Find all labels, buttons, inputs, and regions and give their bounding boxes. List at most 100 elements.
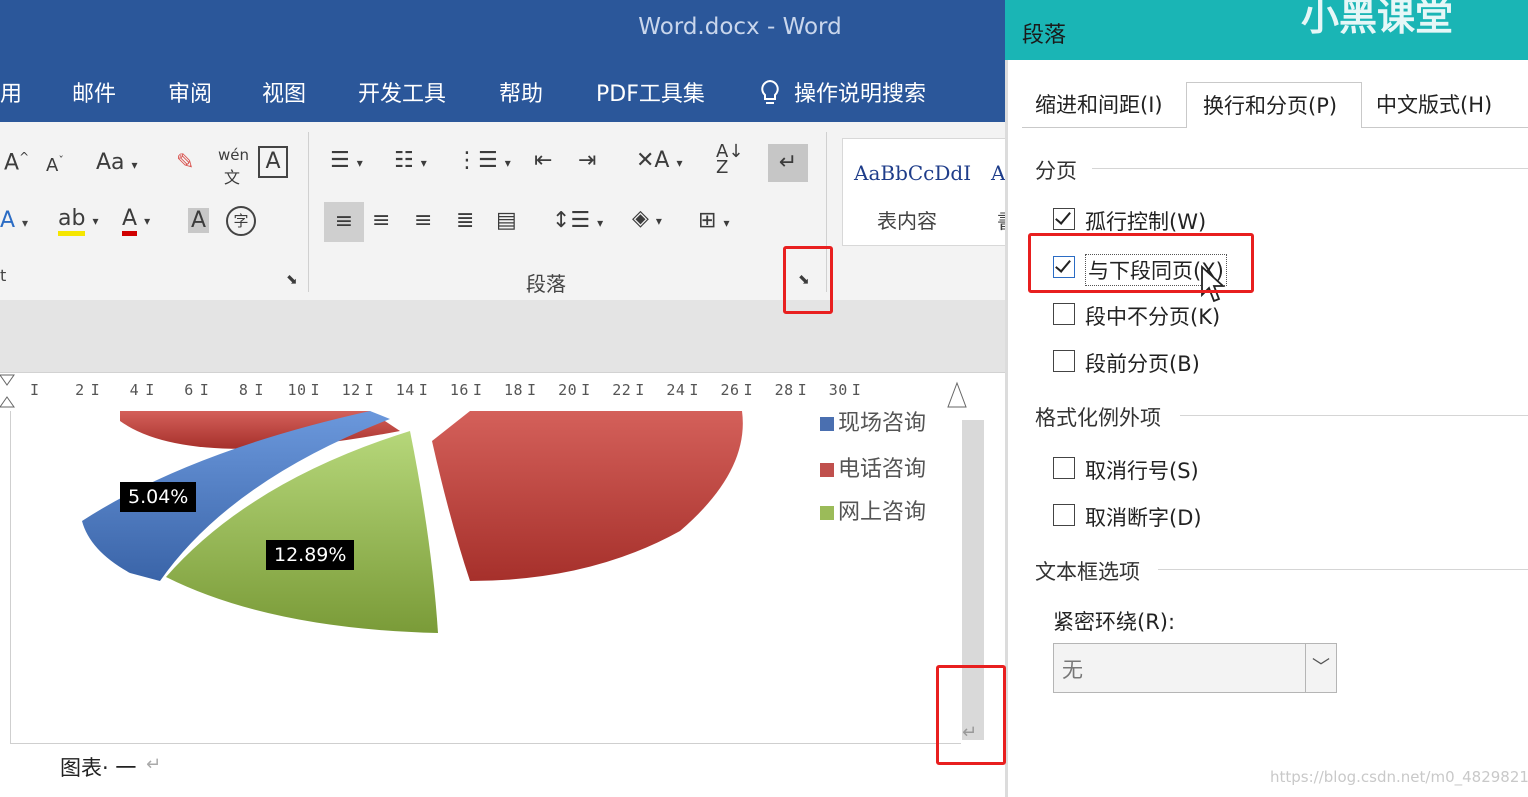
section-divider bbox=[1158, 569, 1528, 570]
line-spacing-icon[interactable]: ↕☰ ▾ bbox=[552, 208, 603, 233]
ruler-ticks: I 2I 4I 6I 8I 10 I 12 I 14 I 16 I 18 I 20 I 22… bbox=[30, 381, 862, 399]
align-left-icon[interactable]: ≡ bbox=[324, 202, 364, 242]
char-shading-icon[interactable]: A bbox=[188, 208, 210, 233]
dialog-title: 段落 bbox=[1022, 23, 1067, 48]
numbering-icon[interactable]: ☷ ▾ bbox=[394, 148, 427, 173]
ribbon-collapsed-area bbox=[0, 300, 1005, 372]
ribbon: A^ Aˇ Aa ▾ ✎ wén 文 A A ▾ ab ▾ A ▾ A 字 t ⬊… bbox=[0, 122, 1017, 301]
ruler-tick: 26 bbox=[720, 381, 740, 399]
section-divider bbox=[1092, 168, 1528, 169]
shading-icon[interactable]: ◈ ▾ bbox=[632, 206, 662, 231]
dont-hyphenate-label[interactable]: 取消断字(D) bbox=[1085, 502, 1202, 532]
tab-pdf-tools[interactable]: PDF工具集 bbox=[596, 76, 705, 108]
indent-marker-left[interactable] bbox=[0, 373, 15, 409]
ruler-tick: 2 bbox=[75, 381, 85, 399]
ruler-tick: 18 bbox=[503, 381, 523, 399]
tab-developer[interactable]: 开发工具 bbox=[358, 76, 446, 108]
ruler-tick: 12 bbox=[341, 381, 361, 399]
keep-lines-together-label[interactable]: 段中不分页(K) bbox=[1085, 301, 1220, 331]
tight-wrap-value: 无 bbox=[1062, 658, 1083, 682]
dont-hyphenate-checkbox[interactable] bbox=[1053, 504, 1075, 526]
style-name: 表内容 bbox=[877, 209, 937, 233]
widow-control-label[interactable]: 孤行控制(W) bbox=[1085, 206, 1206, 236]
tell-me-search[interactable]: 操作说明搜索 bbox=[758, 76, 926, 108]
ruler-tick: 16 bbox=[449, 381, 469, 399]
paragraph-group-label: 段落 bbox=[526, 272, 566, 296]
ruler-tick: 10 bbox=[287, 381, 307, 399]
highlight-icon[interactable]: ab ▾ bbox=[58, 206, 98, 236]
legend-swatch bbox=[820, 463, 834, 477]
align-right-icon[interactable]: ≡ bbox=[414, 208, 432, 233]
indent-marker-right[interactable] bbox=[946, 379, 968, 413]
tab-mailings[interactable]: 邮件 bbox=[72, 76, 116, 108]
dialog-title-bar[interactable]: 段落 小黑课堂 bbox=[1005, 0, 1528, 60]
data-label-green: 12.89% bbox=[266, 540, 355, 570]
ruler-tick: 28 bbox=[774, 381, 794, 399]
increase-indent-icon[interactable]: ⇥ bbox=[578, 148, 596, 173]
page-break-before-label[interactable]: 段前分页(B) bbox=[1085, 348, 1200, 378]
text-effects-icon[interactable]: A ▾ bbox=[0, 208, 28, 233]
tab-use[interactable]: 用 bbox=[0, 76, 22, 108]
ruler-tick: 14 bbox=[395, 381, 415, 399]
style-sample: AaBbCcDdI bbox=[854, 161, 972, 185]
ruler-tick: 24 bbox=[666, 381, 686, 399]
clear-format-icon[interactable]: ✎ bbox=[176, 150, 194, 175]
ribbon-tabs-bar: 用 邮件 审阅 视图 开发工具 帮助 PDF工具集 操作说明搜索 bbox=[0, 60, 1005, 122]
tab-review[interactable]: 审阅 bbox=[168, 76, 212, 108]
active-tab-gap bbox=[1187, 126, 1361, 129]
font-group-label: t bbox=[0, 266, 7, 285]
watermark-text: https://blog.csdn.net/m0_48298217 bbox=[1270, 768, 1528, 786]
chinese-layout-icon[interactable]: ✕A ▾ bbox=[636, 148, 683, 173]
distributed-icon[interactable]: ▤ bbox=[496, 208, 517, 233]
data-label-blue: 5.04% bbox=[120, 482, 197, 512]
caption-paragraph-mark: ↵ bbox=[146, 754, 162, 775]
multilevel-list-icon[interactable]: ⋮☰ ▾ bbox=[456, 148, 511, 173]
legend-swatch bbox=[820, 506, 834, 520]
horizontal-ruler[interactable]: I 2I 4I 6I 8I 10 I 12 I 14 I 16 I 18 I 20 I 22… bbox=[0, 372, 1005, 412]
ruler-tick: 20 bbox=[558, 381, 578, 399]
pie-slice-red-large[interactable] bbox=[432, 411, 743, 581]
char-border-icon[interactable]: A bbox=[258, 146, 288, 178]
change-case-icon[interactable]: Aa ▾ bbox=[96, 150, 138, 175]
pagination-heading: 分页 bbox=[1035, 159, 1077, 183]
shrink-font-icon[interactable]: Aˇ bbox=[46, 154, 64, 176]
window-title: Word.docx - Word bbox=[638, 14, 842, 40]
legend-item-2: 电话咨询 bbox=[820, 451, 926, 483]
suppress-line-numbers-label[interactable]: 取消行号(S) bbox=[1085, 455, 1199, 485]
pie-chart[interactable] bbox=[70, 411, 770, 651]
tab-line-page-breaks[interactable]: 换行和分页(P) bbox=[1186, 82, 1362, 128]
font-dialog-launcher-icon[interactable]: ⬊ bbox=[286, 272, 298, 288]
tab-help[interactable]: 帮助 bbox=[499, 76, 543, 108]
keep-lines-together-checkbox[interactable] bbox=[1053, 303, 1075, 325]
legend-swatch bbox=[820, 417, 834, 431]
suppress-line-numbers-checkbox[interactable] bbox=[1053, 457, 1075, 479]
borders-icon[interactable]: ⊞ ▾ bbox=[698, 208, 729, 233]
ruler-tick: 22 bbox=[612, 381, 632, 399]
enclose-char-icon[interactable]: 字 bbox=[226, 206, 256, 236]
widow-control-checkbox[interactable] bbox=[1053, 208, 1075, 230]
highlight-paragraph-mark bbox=[936, 665, 1006, 765]
group-separator bbox=[308, 132, 309, 292]
tab-asian-typography[interactable]: 中文版式(H) bbox=[1376, 82, 1516, 128]
chevron-down-icon[interactable]: ﹀ bbox=[1305, 644, 1336, 692]
highlight-paragraph-launcher bbox=[783, 246, 833, 314]
tab-indents-spacing[interactable]: 缩进和间距(I) bbox=[1035, 82, 1181, 128]
tight-wrap-select[interactable]: 无 ﹀ bbox=[1053, 643, 1337, 693]
format-exceptions-heading: 格式化例外项 bbox=[1035, 406, 1161, 430]
chart-caption[interactable]: 图表· 一 bbox=[60, 752, 136, 782]
highlight-keep-with-next bbox=[1028, 233, 1254, 293]
show-marks-icon[interactable]: ↵ bbox=[768, 144, 808, 182]
bullets-icon[interactable]: ☰ ▾ bbox=[330, 148, 363, 173]
lightbulb-icon bbox=[761, 79, 779, 104]
font-color-icon[interactable]: A ▾ bbox=[122, 206, 150, 236]
sort-icon[interactable]: A↓ Z bbox=[716, 143, 743, 177]
styles-gallery[interactable]: AaBbCcDdI A 表内容 書 bbox=[842, 138, 1017, 246]
tab-view[interactable]: 视图 bbox=[262, 76, 306, 108]
page-break-before-checkbox[interactable] bbox=[1053, 350, 1075, 372]
title-bar: Word.docx - Word bbox=[0, 0, 1005, 60]
grow-font-icon[interactable]: A^ bbox=[4, 150, 29, 175]
decrease-indent-icon[interactable]: ⇤ bbox=[534, 148, 552, 173]
phonetic-guide-icon[interactable]: wén 文 bbox=[218, 146, 249, 188]
align-center-icon[interactable]: ≡ bbox=[372, 208, 390, 233]
justify-icon[interactable]: ≣ bbox=[456, 208, 474, 233]
